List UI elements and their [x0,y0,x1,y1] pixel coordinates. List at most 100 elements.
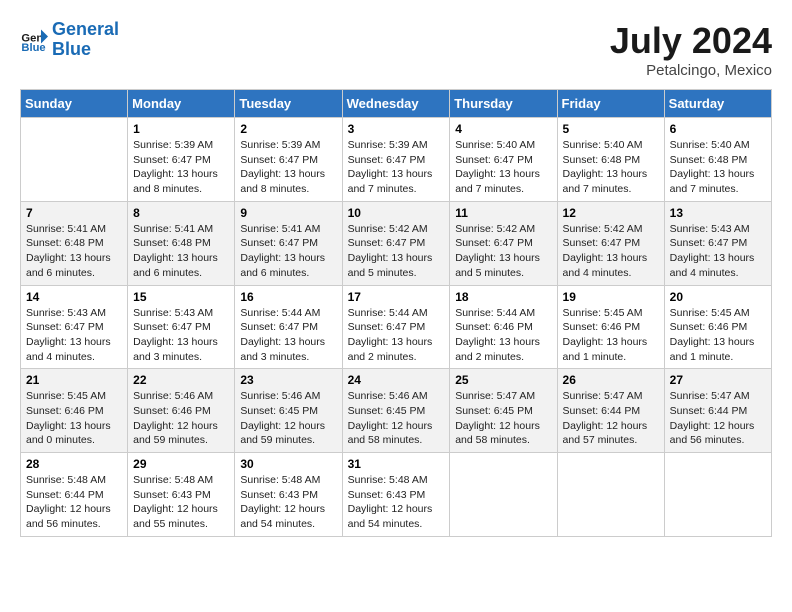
calendar-cell: 31Sunrise: 5:48 AM Sunset: 6:43 PM Dayli… [342,453,450,537]
day-number: 1 [133,122,229,136]
calendar-week-row: 21Sunrise: 5:45 AM Sunset: 6:46 PM Dayli… [21,369,772,453]
calendar-cell: 29Sunrise: 5:48 AM Sunset: 6:43 PM Dayli… [128,453,235,537]
day-number: 31 [348,457,445,471]
logo: Gen Blue General Blue [20,20,119,60]
location: Petalcingo, Mexico [610,62,772,79]
calendar-cell: 15 Sunrise: 5:43 AM Sunset: 6:47 PM Dayli… [128,285,235,369]
calendar-cell: 22 Sunrise: 5:46 AM Sunset: 6:46 PM Dayli… [128,369,235,453]
day-of-week-header: Thursday [450,90,557,118]
day-number: 8 [133,206,229,220]
day-info: Sunrise: 5:42 AM Sunset: 6:47 PM Dayligh… [348,222,445,281]
calendar-cell [450,453,557,537]
calendar-header: SundayMondayTuesdayWednesdayThursdayFrid… [21,90,772,118]
day-info: Sunrise: 5:40 AM Sunset: 6:47 PM Dayligh… [455,138,551,197]
svg-text:Blue: Blue [21,42,45,54]
day-number: 27 [670,373,766,387]
day-info: Sunrise: 5:47 AM Sunset: 6:45 PM Dayligh… [455,389,551,448]
day-info: Sunrise: 5:45 AM Sunset: 6:46 PM Dayligh… [670,306,766,365]
day-info: Sunrise: 5:44 AM Sunset: 6:46 PM Dayligh… [455,306,551,365]
logo-icon: Gen Blue [20,26,48,54]
day-info: Sunrise: 5:48 AM Sunset: 6:44 PM Dayligh… [26,473,122,532]
calendar-cell: 12 Sunrise: 5:42 AM Sunset: 6:47 PM Dayli… [557,201,664,285]
day-number: 13 [670,206,766,220]
calendar-week-row: 14 Sunrise: 5:43 AM Sunset: 6:47 PM Dayli… [21,285,772,369]
day-number: 5 [563,122,659,136]
calendar-cell: 8Sunrise: 5:41 AM Sunset: 6:48 PM Daylig… [128,201,235,285]
day-info: Sunrise: 5:40 AM Sunset: 6:48 PM Dayligh… [563,138,659,197]
calendar-cell: 7 Sunrise: 5:41 AM Sunset: 6:48 PM Daylig… [21,201,128,285]
day-info: Sunrise: 5:46 AM Sunset: 6:45 PM Dayligh… [240,389,336,448]
calendar-cell [664,453,771,537]
day-info: Sunrise: 5:41 AM Sunset: 6:48 PM Dayligh… [26,222,122,281]
logo-text: General Blue [52,20,119,60]
day-number: 11 [455,206,551,220]
day-header-row: SundayMondayTuesdayWednesdayThursdayFrid… [21,90,772,118]
calendar-cell: 20Sunrise: 5:45 AM Sunset: 6:46 PM Dayli… [664,285,771,369]
day-info: Sunrise: 5:39 AM Sunset: 6:47 PM Dayligh… [133,138,229,197]
day-number: 30 [240,457,336,471]
calendar-cell: 25 Sunrise: 5:47 AM Sunset: 6:45 PM Dayli… [450,369,557,453]
day-info: Sunrise: 5:48 AM Sunset: 6:43 PM Dayligh… [133,473,229,532]
day-number: 4 [455,122,551,136]
day-of-week-header: Friday [557,90,664,118]
calendar-cell [21,118,128,202]
day-info: Sunrise: 5:44 AM Sunset: 6:47 PM Dayligh… [240,306,336,365]
day-info: Sunrise: 5:47 AM Sunset: 6:44 PM Dayligh… [563,389,659,448]
calendar-cell: 16 Sunrise: 5:44 AM Sunset: 6:47 PM Dayli… [235,285,342,369]
calendar-week-row: 7 Sunrise: 5:41 AM Sunset: 6:48 PM Daylig… [21,201,772,285]
day-info: Sunrise: 5:39 AM Sunset: 6:47 PM Dayligh… [240,138,336,197]
calendar-cell: 1 Sunrise: 5:39 AM Sunset: 6:47 PM Daylig… [128,118,235,202]
calendar-cell: 18 Sunrise: 5:44 AM Sunset: 6:46 PM Dayli… [450,285,557,369]
day-info: Sunrise: 5:43 AM Sunset: 6:47 PM Dayligh… [670,222,766,281]
day-of-week-header: Tuesday [235,90,342,118]
calendar-cell [557,453,664,537]
calendar-cell: 10 Sunrise: 5:42 AM Sunset: 6:47 PM Dayli… [342,201,450,285]
day-info: Sunrise: 5:46 AM Sunset: 6:45 PM Dayligh… [348,389,445,448]
calendar-cell: 2Sunrise: 5:39 AM Sunset: 6:47 PM Daylig… [235,118,342,202]
calendar-cell: 9 Sunrise: 5:41 AM Sunset: 6:47 PM Daylig… [235,201,342,285]
day-number: 6 [670,122,766,136]
day-number: 19 [563,290,659,304]
day-of-week-header: Saturday [664,90,771,118]
day-of-week-header: Monday [128,90,235,118]
page-header: Gen Blue General Blue July 2024 Petalcin… [20,20,772,79]
calendar-cell: 27Sunrise: 5:47 AM Sunset: 6:44 PM Dayli… [664,369,771,453]
day-info: Sunrise: 5:48 AM Sunset: 6:43 PM Dayligh… [240,473,336,532]
day-number: 9 [240,206,336,220]
calendar-body: 1 Sunrise: 5:39 AM Sunset: 6:47 PM Daylig… [21,118,772,537]
calendar-cell: 5 Sunrise: 5:40 AM Sunset: 6:48 PM Daylig… [557,118,664,202]
day-info: Sunrise: 5:39 AM Sunset: 6:47 PM Dayligh… [348,138,445,197]
day-info: Sunrise: 5:42 AM Sunset: 6:47 PM Dayligh… [563,222,659,281]
calendar-week-row: 28Sunrise: 5:48 AM Sunset: 6:44 PM Dayli… [21,453,772,537]
day-info: Sunrise: 5:41 AM Sunset: 6:47 PM Dayligh… [240,222,336,281]
day-number: 10 [348,206,445,220]
day-number: 16 [240,290,336,304]
calendar-cell: 21Sunrise: 5:45 AM Sunset: 6:46 PM Dayli… [21,369,128,453]
calendar-cell: 26Sunrise: 5:47 AM Sunset: 6:44 PM Dayli… [557,369,664,453]
day-number: 18 [455,290,551,304]
day-number: 7 [26,206,122,220]
day-info: Sunrise: 5:42 AM Sunset: 6:47 PM Dayligh… [455,222,551,281]
day-info: Sunrise: 5:43 AM Sunset: 6:47 PM Dayligh… [133,306,229,365]
day-info: Sunrise: 5:46 AM Sunset: 6:46 PM Dayligh… [133,389,229,448]
calendar-table: SundayMondayTuesdayWednesdayThursdayFrid… [20,89,772,537]
day-number: 12 [563,206,659,220]
day-info: Sunrise: 5:40 AM Sunset: 6:48 PM Dayligh… [670,138,766,197]
day-number: 22 [133,373,229,387]
day-number: 14 [26,290,122,304]
calendar-cell: 30 Sunrise: 5:48 AM Sunset: 6:43 PM Dayli… [235,453,342,537]
day-number: 24 [348,373,445,387]
day-of-week-header: Sunday [21,90,128,118]
day-number: 25 [455,373,551,387]
day-number: 3 [348,122,445,136]
calendar-cell: 24 Sunrise: 5:46 AM Sunset: 6:45 PM Dayli… [342,369,450,453]
day-number: 21 [26,373,122,387]
month-title: July 2024 [610,20,772,62]
calendar-cell: 13 Sunrise: 5:43 AM Sunset: 6:47 PM Dayli… [664,201,771,285]
calendar-cell: 4 Sunrise: 5:40 AM Sunset: 6:47 PM Daylig… [450,118,557,202]
calendar-cell: 14Sunrise: 5:43 AM Sunset: 6:47 PM Dayli… [21,285,128,369]
day-number: 15 [133,290,229,304]
calendar-week-row: 1 Sunrise: 5:39 AM Sunset: 6:47 PM Daylig… [21,118,772,202]
calendar-cell: 3 Sunrise: 5:39 AM Sunset: 6:47 PM Daylig… [342,118,450,202]
calendar-cell: 23Sunrise: 5:46 AM Sunset: 6:45 PM Dayli… [235,369,342,453]
